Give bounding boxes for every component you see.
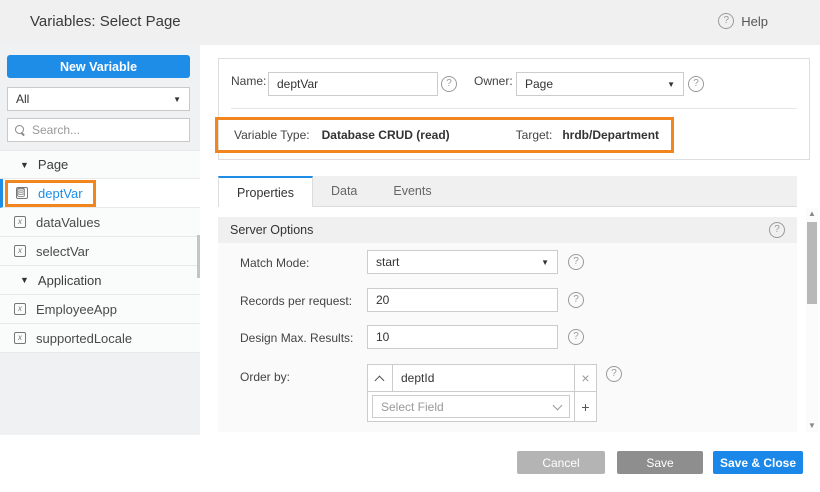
chevron-down-icon xyxy=(553,400,563,410)
target-label: Target: xyxy=(516,128,553,142)
owner-label: Owner: xyxy=(474,74,513,88)
variable-icon: x xyxy=(14,216,26,228)
properties-panel: Server Options ? Match Mode: start ▼ ? R… xyxy=(218,217,797,432)
help-icon[interactable]: ? xyxy=(568,329,584,345)
help-icon[interactable]: ? xyxy=(568,292,584,308)
remove-field-button[interactable]: × xyxy=(574,365,596,391)
match-mode-value: start xyxy=(376,255,399,269)
variables-dialog: Variables: Select Page ? Help New Variab… xyxy=(0,0,820,492)
variable-icon: x xyxy=(14,245,26,257)
select-field-dropdown[interactable]: Select Field xyxy=(372,395,570,418)
add-field-button[interactable]: + xyxy=(574,392,596,421)
target-value: hrdb/Department xyxy=(562,128,659,142)
variable-type-label: Variable Type: xyxy=(234,128,310,142)
caret-down-icon: ▼ xyxy=(541,258,549,267)
tree-item-label: EmployeeApp xyxy=(36,302,117,317)
content-scrollbar[interactable]: ▲ ▼ xyxy=(806,208,818,432)
tree-item-label: dataValues xyxy=(36,215,100,230)
tree-item-datavalues[interactable]: x dataValues xyxy=(0,208,200,237)
divider xyxy=(231,108,797,109)
scroll-up-icon[interactable]: ▲ xyxy=(806,208,818,220)
tree-item-label: supportedLocale xyxy=(36,331,132,346)
owner-select[interactable]: Page ▼ xyxy=(516,72,684,96)
scroll-down-icon[interactable]: ▼ xyxy=(806,420,818,432)
tab-events[interactable]: Events xyxy=(375,176,449,206)
help-icon[interactable]: ? xyxy=(568,254,584,270)
help-icon[interactable]: ? xyxy=(441,76,457,92)
tab-data[interactable]: Data xyxy=(313,176,375,206)
tree-item-label: deptVar xyxy=(38,186,83,201)
tree-group-page[interactable]: ▼ Page xyxy=(0,150,200,179)
variable-type-highlight: Variable Type: Database CRUD (read) Targ… xyxy=(215,117,674,153)
chevron-up-icon xyxy=(375,376,385,386)
help-link[interactable]: ? Help xyxy=(718,13,768,29)
search-input[interactable] xyxy=(32,123,182,137)
select-field-placeholder: Select Field xyxy=(381,400,444,414)
selected-item-highlight: deptVar xyxy=(5,180,96,207)
tree-group-label: Page xyxy=(38,157,68,172)
triangle-down-icon[interactable]: ▼ xyxy=(20,160,29,170)
database-icon xyxy=(16,187,28,199)
help-icon[interactable]: ? xyxy=(606,366,622,382)
order-by-label: Order by: xyxy=(240,370,290,384)
records-per-request-input[interactable] xyxy=(367,288,558,312)
variable-filter-select[interactable]: All ▼ xyxy=(7,87,190,111)
cancel-button[interactable]: Cancel xyxy=(517,451,605,474)
server-options-title: Server Options xyxy=(230,223,313,237)
variable-type-value: Database CRUD (read) xyxy=(322,128,450,142)
order-by-group: deptId × Select Field + xyxy=(367,364,597,422)
tab-properties[interactable]: Properties xyxy=(218,176,313,207)
sidebar: New Variable All ▼ ▼ Page deptVar x data xyxy=(0,45,200,435)
search-box[interactable] xyxy=(7,118,190,142)
tree-item-deptvar[interactable]: deptVar xyxy=(0,179,200,208)
main-panel: Name: * ? Owner: * Page ▼ ? Variable Typ… xyxy=(200,45,820,435)
help-icon[interactable]: ? xyxy=(688,76,704,92)
order-by-field-value: deptId xyxy=(393,365,574,391)
variable-filter-value: All xyxy=(16,92,29,106)
tabbar: Properties Data Events xyxy=(218,176,797,207)
variable-summary-card: Name: * ? Owner: * Page ▼ ? Variable Typ… xyxy=(218,58,810,160)
sort-direction-button[interactable] xyxy=(368,365,393,391)
design-max-results-input[interactable] xyxy=(367,325,558,349)
tree-group-application[interactable]: ▼ Application xyxy=(0,266,200,295)
caret-down-icon: ▼ xyxy=(173,95,181,104)
name-input[interactable] xyxy=(268,72,438,96)
records-per-request-label: Records per request: xyxy=(240,294,352,308)
help-label[interactable]: Help xyxy=(741,14,768,29)
triangle-down-icon[interactable]: ▼ xyxy=(20,275,29,285)
tree-item-label: selectVar xyxy=(36,244,89,259)
new-variable-button[interactable]: New Variable xyxy=(7,55,190,78)
tree-item-supportedlocale[interactable]: x supportedLocale xyxy=(0,324,200,353)
design-max-results-label: Design Max. Results: xyxy=(240,331,353,345)
page-title: Variables: Select Page xyxy=(30,13,181,30)
variable-icon: x xyxy=(14,303,26,315)
help-icon[interactable]: ? xyxy=(769,222,785,238)
tree-item-selectvar[interactable]: x selectVar xyxy=(0,237,200,266)
variable-icon: x xyxy=(14,332,26,344)
variable-tree: ▼ Page deptVar x dataValues x selectVar … xyxy=(0,150,200,353)
search-icon xyxy=(15,125,26,136)
match-mode-select[interactable]: start ▼ xyxy=(367,250,558,274)
titlebar: Variables: Select Page ? Help xyxy=(0,0,820,45)
match-mode-label: Match Mode: xyxy=(240,256,309,270)
save-and-close-button[interactable]: Save & Close xyxy=(713,451,803,474)
name-label: Name: xyxy=(231,74,266,88)
server-options-header: Server Options ? xyxy=(218,217,797,243)
save-button[interactable]: Save xyxy=(617,451,703,474)
scrollbar-thumb[interactable] xyxy=(807,222,817,304)
order-by-add-row: Select Field + xyxy=(368,392,596,421)
owner-value: Page xyxy=(525,77,553,91)
tree-item-employeeapp[interactable]: x EmployeeApp xyxy=(0,295,200,324)
footer: Cancel Save Save & Close xyxy=(0,435,820,492)
caret-down-icon: ▼ xyxy=(667,80,675,89)
order-by-row: deptId × xyxy=(368,365,596,392)
tree-group-label: Application xyxy=(38,273,102,288)
help-icon[interactable]: ? xyxy=(718,13,734,29)
